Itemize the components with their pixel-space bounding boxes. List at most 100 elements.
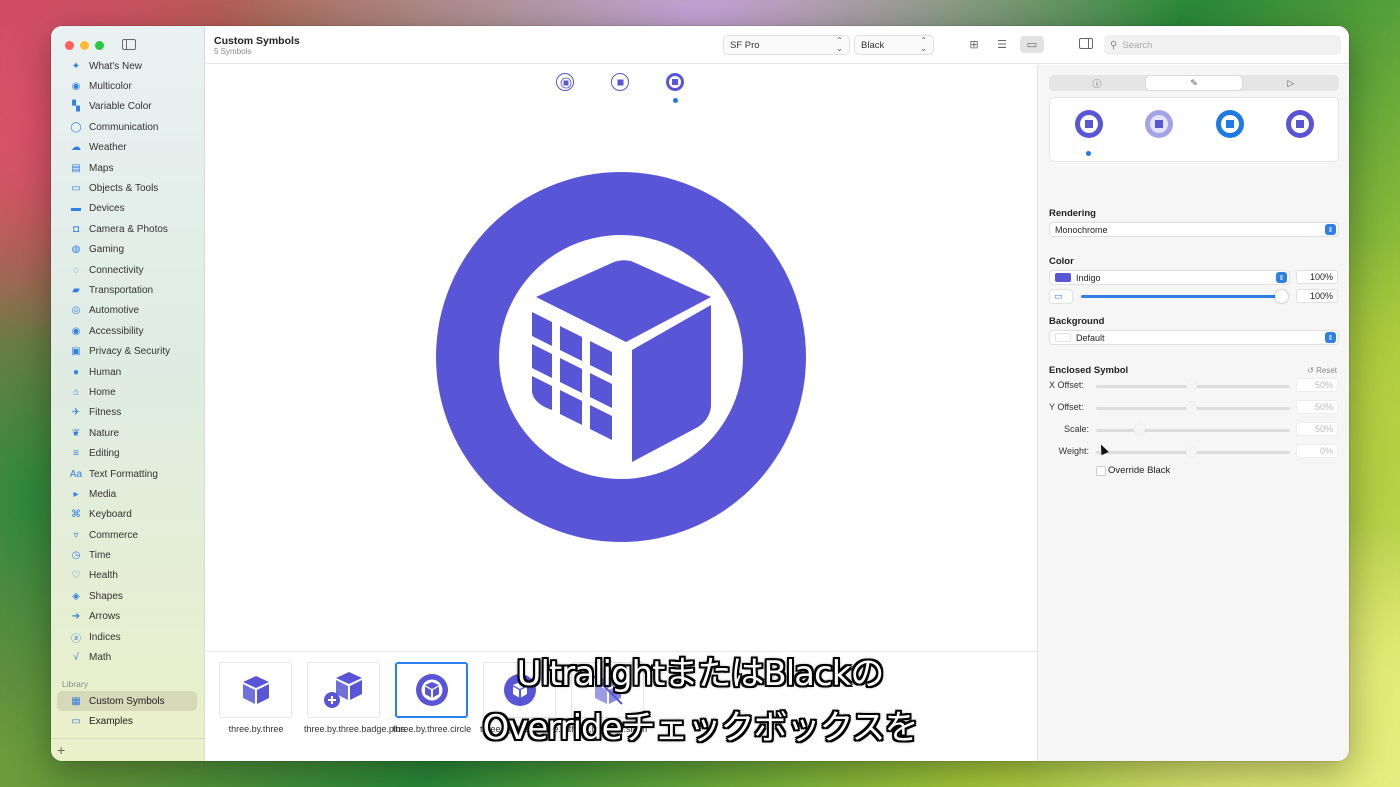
list-view-button[interactable]: ☰ [992,36,1012,53]
display-icon: ▬ [71,203,81,215]
sidebar-item-label: Transportation [89,284,154,296]
sidebar-item-media[interactable]: ▸ Media [51,484,205,504]
window-controls [65,41,104,50]
sidebar-item-what-s-new[interactable]: ✦ What's New [51,56,205,76]
sidebar-item-commerce[interactable]: ▿ Commerce [51,525,205,545]
sidebar-item-privacy-security[interactable]: ▣ Privacy & Security [51,341,205,361]
sidebar-item-health[interactable]: ♡ Health [51,566,205,586]
sidebar-item-label: Media [89,488,117,500]
override-checkbox[interactable] [1096,466,1106,476]
tab-appearance[interactable]: ✎ [1146,76,1242,90]
sidebar-item-label: Variable Color [89,101,152,113]
sidebar-item-nature[interactable]: ❦ Nature [51,423,205,443]
sidebar-item-time[interactable]: ◷ Time [51,545,205,565]
x-offset-knob[interactable] [1186,380,1197,391]
y-offset-knob[interactable] [1186,402,1197,413]
chevron-updown-icon: ⇕ [1325,332,1336,343]
sidebar-item-label: What's New [89,60,143,72]
sidebar-item-label: Communication [89,121,159,133]
sidebar-item-fitness[interactable]: ✈ Fitness [51,403,205,423]
tab-animation[interactable]: ▷ [1243,75,1339,91]
color-mode-button[interactable]: ▭ [1049,289,1073,304]
black-preview-icon[interactable] [666,73,684,91]
background-select[interactable]: Default ⇕ [1049,330,1339,345]
opacity-slider-fill [1081,295,1281,298]
category-list: ✦ What's New ◉ Multicolor ▚ Variable Color ◯ Co… [51,56,205,668]
sidebar-item-transportation[interactable]: ▰ Transportation [51,280,205,300]
sidebar-item-camera-photos[interactable]: ◘ Camera & Photos [51,219,205,239]
search-field[interactable]: ⚲ Search [1104,35,1341,55]
sidebar-item-label: Human [89,366,122,378]
sidebar-item-automotive[interactable]: ◎ Automotive [51,301,205,321]
inspector-toggle-icon[interactable] [1079,38,1093,49]
sidebar-item-arrows[interactable]: ➔ Arrows [51,607,205,627]
ultralight-preview-icon[interactable] [556,73,574,91]
sidebar-item-home[interactable]: ⌂ Home [51,382,205,402]
sidebar-item-connectivity[interactable]: ◌ Connectivity [51,260,205,280]
weight-knob[interactable] [1186,446,1197,457]
zoom-window-button[interactable] [95,41,104,50]
hierarchical-variant-icon[interactable] [1145,110,1173,138]
variable-color-icon: ▚ [72,101,80,113]
sidebar-item-text-formatting[interactable]: Aa Text Formatting [51,464,205,484]
x-offset-label: X Offset: [1049,380,1084,390]
sidebar-item-variable-color[interactable]: ▚ Variable Color [51,97,205,117]
scale-field[interactable]: 50% [1296,422,1338,436]
regular-preview-icon[interactable] [611,73,629,91]
sidebar-item-devices[interactable]: ▬ Devices [51,199,205,219]
sidebar-item-keyboard[interactable]: ⌘ Keyboard [51,505,205,525]
sidebar-item-maps[interactable]: ▤ Maps [51,158,205,178]
sidebar-item-objects-tools[interactable]: ▭ Objects & Tools [51,178,205,198]
color-opacity-field[interactable]: 100% [1296,270,1338,284]
close-window-button[interactable] [65,41,74,50]
sidebar-item-label: Commerce [89,529,138,541]
palette-variant-icon[interactable] [1216,110,1244,138]
weight-popup[interactable]: Black ⌃ ⌄ [854,35,934,55]
opacity-field[interactable]: 100% [1296,289,1338,303]
sidebar-item-editing[interactable]: ≡ Editing [51,443,205,463]
sidebar-item-accessibility[interactable]: ◉ Accessibility [51,321,205,341]
sidebar-item-gaming[interactable]: ◍ Gaming [51,240,205,260]
color-select[interactable]: Indigo ⇕ [1049,270,1290,285]
slider-icon: ≡ [73,448,79,460]
sidebar-item-communication[interactable]: ◯ Communication [51,117,205,137]
y-offset-field[interactable]: 50% [1296,400,1338,414]
monochrome-variant-icon[interactable] [1075,110,1103,138]
sidebar-item-human[interactable]: ● Human [51,362,205,382]
paintbrush-icon: ✎ [1190,77,1198,88]
sidebar-item-label: Maps [89,162,114,174]
map-icon: ▤ [71,162,81,174]
scale-knob[interactable] [1134,424,1145,435]
reset-button[interactable]: ↺ Reset [1307,366,1337,375]
antenna-icon: ◌ [73,264,79,276]
background-value: Default [1076,332,1105,343]
subtitle-line-1: UltralightまたはBlackの [516,654,885,694]
toolbar: Custom Symbols 5 Symbols SF Pro ⌃ ⌄ Black… [206,26,1349,64]
multicolor-variant-icon[interactable] [1286,110,1314,138]
sidebar-item-weather[interactable]: ☁ Weather [51,138,205,158]
subtitle-line-2: Overrideチェックボックスを [482,708,918,748]
cart-icon: ▿ [73,529,79,541]
playpause-icon: ▸ [73,488,79,500]
sidebar-item-indices[interactable]: ⓐ Indices [51,627,205,647]
enclosed-symbol-label: Enclosed Symbol [1049,365,1129,376]
minimize-window-button[interactable] [80,41,89,50]
sidebar-item-multicolor[interactable]: ◉ Multicolor [51,76,205,96]
gallery-view-button[interactable]: ▭ [1020,36,1044,53]
selected-weight-indicator [673,98,678,103]
search-placeholder: Search [1122,39,1153,51]
font-popup[interactable]: SF Pro ⌃ ⌄ [723,35,850,55]
grid-view-button[interactable]: ⊞ [964,36,984,53]
tab-info[interactable]: ⓘ [1049,75,1145,91]
inspector-tabs: ⓘ ✎ ▷ [1049,75,1339,91]
opacity-slider-knob[interactable] [1275,290,1288,303]
sidebar-toggle-icon[interactable] [122,39,136,50]
y-offset-label: Y Offset: [1049,402,1084,412]
figure-run-icon: ✈ [71,407,81,419]
rendering-select[interactable]: Monochrome ⇕ [1049,222,1339,237]
page-title: Custom Symbols [214,35,300,47]
sidebar-item-label: Health [89,570,118,582]
sidebar-item-shapes[interactable]: ◈ Shapes [51,586,205,606]
weight-field[interactable]: 0% [1296,444,1338,458]
x-offset-field[interactable]: 50% [1296,378,1338,392]
